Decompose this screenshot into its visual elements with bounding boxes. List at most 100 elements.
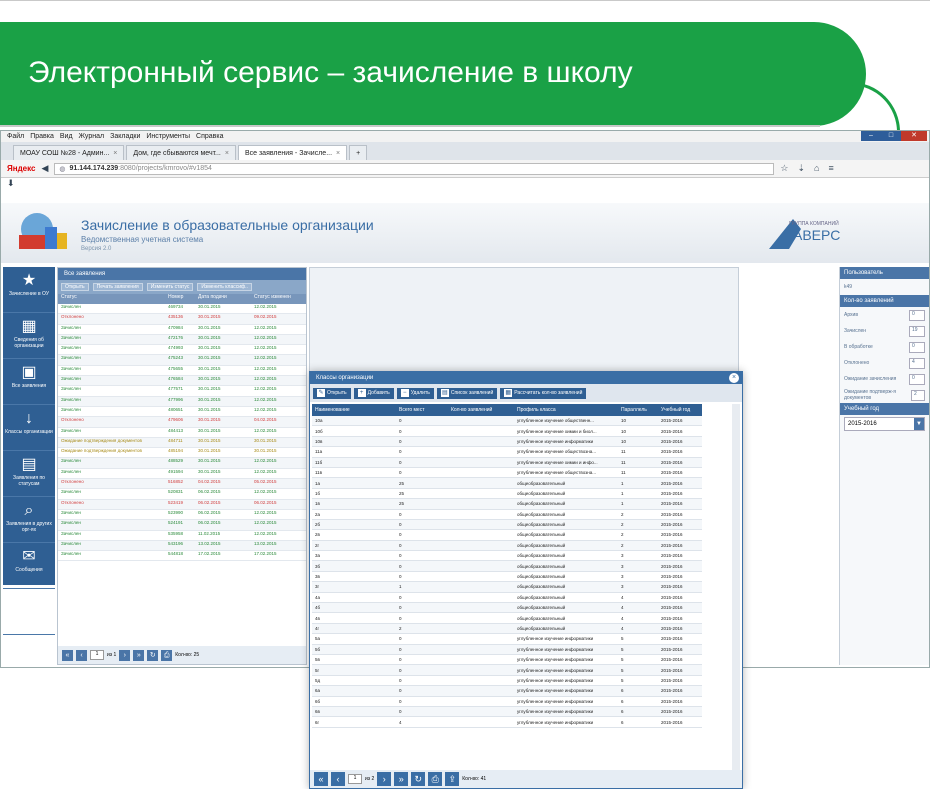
table-row[interactable]: 5в 0 углубленное изучение информатики 5 2015… xyxy=(312,655,702,666)
table-row[interactable]: Зачислен 475655 30.01.2015 12.02.2015 xyxy=(58,366,306,377)
table-row[interactable]: Зачислен 520831 06.02.2015 12.02.2015 xyxy=(58,489,306,500)
table-row[interactable]: Отклонено 479606 30.01.2015 04.02.2015 xyxy=(58,417,306,428)
toolbar-button[interactable]: Изменить классиф.. xyxy=(197,283,252,291)
table-row[interactable]: 11б 0 углубленное изучение химии и инфо...… xyxy=(312,457,702,468)
table-row[interactable]: Зачислен 524191 06.02.2015 12.02.2015 xyxy=(58,520,306,531)
prev-page-button[interactable]: ‹ xyxy=(76,649,87,661)
table-row[interactable]: 2в 0 общеобразовательный 2 2015-2016 xyxy=(312,530,702,541)
table-row[interactable]: 4в 0 общеобразовательный 4 2015-2016 xyxy=(312,613,702,624)
print-icon[interactable]: ⎙ xyxy=(161,649,173,661)
toolbar-button[interactable]: Изменить статус xyxy=(146,283,194,291)
table-row[interactable]: 5г 0 углубленное изучение информатики 5 2015… xyxy=(312,665,702,676)
sidebar-item[interactable]: ▣ Все заявления xyxy=(3,359,55,405)
toolbar-button[interactable]: ✎ Открыть xyxy=(313,387,351,399)
table-row[interactable]: 10в 0 углубленное изучение информатики 10 20… xyxy=(312,436,702,448)
back-icon[interactable]: ◀ xyxy=(41,163,48,174)
column-header[interactable]: Учебный год xyxy=(658,407,702,413)
new-tab-icon[interactable]: + xyxy=(349,145,368,160)
table-row[interactable]: Зачислен 535958 11.02.2015 12.02.2015 xyxy=(58,531,306,541)
table-row[interactable]: 6г 4 углубленное изучение информатики 6 2015… xyxy=(312,717,702,728)
first-page-button[interactable]: « xyxy=(314,772,328,786)
table-row[interactable]: 5д 0 углубленное изучение информатики 5 2015… xyxy=(312,676,702,687)
menu-item[interactable]: Вид xyxy=(60,133,73,140)
table-row[interactable]: Ожидание подтверждения документов 484711 3… xyxy=(58,437,306,449)
table-row[interactable]: 3г 1 общеобразовательный 3 2015-2016 xyxy=(312,582,702,593)
export-icon[interactable]: ⇪ xyxy=(445,772,460,786)
toolbar-button[interactable]: + Добавить xyxy=(353,387,394,399)
table-row[interactable]: 3а 0 общеобразовательный 3 2015-2016 xyxy=(312,551,702,562)
table-row[interactable]: Зачислен 470984 30.01.2015 12.02.2015 xyxy=(58,325,306,335)
toolbar-button[interactable]: − Удалить xyxy=(396,387,434,399)
table-row[interactable]: Зачислен 523990 06.02.2015 12.02.2015 xyxy=(58,510,306,521)
browser-tab[interactable]: Дом, где сбываются мечт... × xyxy=(126,145,236,160)
table-row[interactable]: Отклонено 435136 30.01.2015 09.02.2015 xyxy=(58,314,306,325)
table-row[interactable]: Зачислен 488529 30.01.2015 12.02.2015 xyxy=(58,458,306,469)
sidebar-item[interactable]: ✉ Сообщения xyxy=(3,543,55,589)
next-page-button[interactable]: › xyxy=(119,649,131,661)
year-select[interactable]: 2015-2016 xyxy=(844,417,925,431)
table-row[interactable]: Зачислен 469734 30.01.2015 12.02.2015 xyxy=(58,304,306,315)
browser-tab[interactable]: МОАУ СОШ №28 - Админ... × xyxy=(13,145,125,160)
table-row[interactable]: 4а 0 общеобразовательный 4 2015-2016 xyxy=(312,593,702,604)
menu-item[interactable]: Справка xyxy=(196,133,223,140)
sidebar-item[interactable]: ⇥ Выход xyxy=(3,589,55,635)
table-row[interactable]: Зачислен 480651 30.01.2015 12.02.2015 xyxy=(58,407,306,418)
last-page-button[interactable]: » xyxy=(133,649,145,661)
close-icon[interactable]: ✕ xyxy=(901,131,927,141)
first-page-button[interactable]: « xyxy=(62,649,73,661)
refresh-icon[interactable]: ↻ xyxy=(411,772,426,786)
column-header[interactable]: Параллель xyxy=(618,407,658,413)
menu-icon[interactable]: ≡ xyxy=(828,163,833,174)
next-page-button[interactable]: › xyxy=(377,772,392,786)
menu-item[interactable]: Закладки xyxy=(110,133,140,140)
downloads-icon[interactable]: ⇣ xyxy=(797,163,805,174)
bookmark-star-icon[interactable]: ☆ xyxy=(780,163,788,174)
table-row[interactable]: 2б 0 общеобразовательный 2 2015-2016 xyxy=(312,519,702,531)
home-icon[interactable]: ⌂ xyxy=(814,163,819,174)
column-header[interactable]: Наименование xyxy=(312,407,396,413)
dialog-close-icon[interactable]: × xyxy=(729,373,739,383)
column-header[interactable]: Всего мест xyxy=(396,407,448,413)
table-row[interactable]: Зачислен 477996 30.01.2015 12.02.2015 xyxy=(58,396,306,407)
menu-item[interactable]: Журнал xyxy=(79,133,105,140)
print-icon[interactable]: ⎙ xyxy=(428,772,443,786)
table-row[interactable]: Зачислен 477571 30.01.2015 12.02.2015 xyxy=(58,386,306,397)
table-row[interactable]: 6б 0 углубленное изучение информатики 6 2015… xyxy=(312,697,702,707)
toolbar-button[interactable]: ▦ Рассчитать кол-во заявлений xyxy=(500,387,587,399)
prev-page-button[interactable]: ‹ xyxy=(331,772,345,786)
table-row[interactable]: Зачислен 544818 17.02.2015 17.02.2015 xyxy=(58,551,306,562)
table-row[interactable]: 3б 0 общеобразовательный 3 2015-2016 xyxy=(312,561,702,572)
table-row[interactable]: 4г 2 общеобразовательный 4 2015-2016 xyxy=(312,623,702,635)
sidebar-item[interactable]: ★ Зачисление в ОУ xyxy=(3,267,55,313)
table-row[interactable]: Ожидание подтверждения документов 485194 3… xyxy=(58,448,306,459)
refresh-icon[interactable]: ↻ xyxy=(147,649,159,661)
sidebar-item[interactable]: ↓ Классы организации xyxy=(3,405,55,451)
table-row[interactable]: 11а 0 углубленное изучение обществозна... 1… xyxy=(312,447,702,458)
table-row[interactable]: 3в 0 общеобразовательный 3 2015-2016 xyxy=(312,572,702,583)
tab-close-icon[interactable]: × xyxy=(336,150,340,157)
url-input[interactable]: ◍ 91.144.174.239:8080/projects/kmrovo/#v… xyxy=(54,162,775,175)
table-row[interactable]: 1б 25 общеобразовательный 1 2015-2016 xyxy=(312,489,702,500)
table-row[interactable]: 5б 0 углубленное изучение информатики 5 2015… xyxy=(312,644,702,655)
sidebar-item[interactable]: ▦ Сведения об организации xyxy=(3,313,55,359)
table-row[interactable]: 10б 0 углубленное изучение химии и биол...… xyxy=(312,426,702,437)
download-arrow-icon[interactable]: ⬇ xyxy=(1,178,929,190)
table-row[interactable]: Зачислен 476584 30.01.2015 12.02.2015 xyxy=(58,376,306,387)
table-row[interactable]: Зачислен 474993 30.01.2015 12.02.2015 xyxy=(58,345,306,356)
page-input[interactable]: 1 xyxy=(90,650,104,660)
classes-scrollbar[interactable] xyxy=(732,404,740,770)
tab-close-icon[interactable]: × xyxy=(225,150,229,157)
table-row[interactable]: 1в 25 общеобразовательный 1 2015-2016 xyxy=(312,499,702,510)
sidebar-item[interactable]: ⌕ Заявления в других орг-ях xyxy=(3,497,55,543)
page-input[interactable]: 1 xyxy=(348,774,362,784)
table-row[interactable]: Зачислен 475243 30.01.2015 12.02.2015 xyxy=(58,355,306,366)
column-header[interactable]: Статус xyxy=(58,294,168,304)
table-row[interactable]: 5а 0 углубленное изучение информатики 5 2015… xyxy=(312,634,702,645)
table-row[interactable]: 6а 0 углубленное изучение информатики 6 2015… xyxy=(312,686,702,697)
table-row[interactable]: Зачислен 491594 30.01.2015 12.02.2015 xyxy=(58,469,306,480)
table-row[interactable]: Отклонено 523419 06.02.2015 06.02.2015 xyxy=(58,499,306,510)
toolbar-button[interactable]: Открыть xyxy=(61,283,89,291)
column-header[interactable]: Дата подачи xyxy=(198,294,254,304)
menu-item[interactable]: Файл xyxy=(7,133,24,140)
table-row[interactable]: 10а 0 углубленное изучение общественн... 10… xyxy=(312,416,702,427)
